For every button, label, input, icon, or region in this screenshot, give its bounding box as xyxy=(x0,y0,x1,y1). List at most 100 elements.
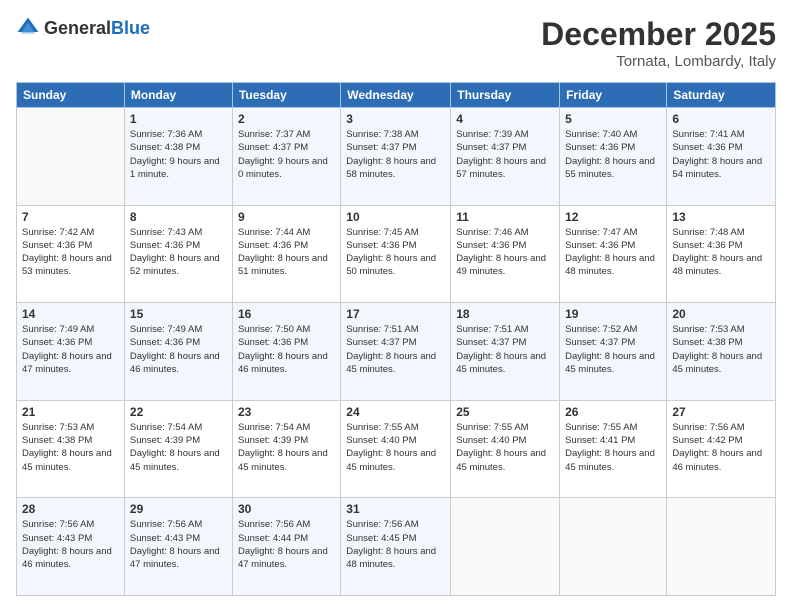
day-number: 28 xyxy=(22,502,119,516)
day-header-sunday: Sunday xyxy=(17,83,125,108)
day-info: Sunrise: 7:40 AMSunset: 4:36 PMDaylight:… xyxy=(565,128,661,181)
calendar-cell: 29Sunrise: 7:56 AMSunset: 4:43 PMDayligh… xyxy=(124,498,232,596)
day-number: 8 xyxy=(130,210,227,224)
week-row-2: 14 Sunrise: 7:49 AMSunset: 4:36 PMDayligh… xyxy=(17,303,776,401)
calendar-cell: 19 Sunrise: 7:52 AMSunset: 4:37 PMDayligh… xyxy=(560,303,667,401)
week-row-1: 7 Sunrise: 7:42 AMSunset: 4:36 PMDaylight… xyxy=(17,205,776,303)
calendar-cell: 30 Sunrise: 7:56 AMSunset: 4:44 PMDayligh… xyxy=(232,498,340,596)
calendar-cell: 22 Sunrise: 7:54 AMSunset: 4:39 PMDayligh… xyxy=(124,400,232,498)
day-number: 5 xyxy=(565,112,661,126)
day-info: Sunrise: 7:48 AMSunset: 4:36 PMDaylight:… xyxy=(672,226,770,279)
month-title: December 2025 xyxy=(541,16,776,53)
day-info: Sunrise: 7:56 AMSunset: 4:44 PMDaylight:… xyxy=(238,518,335,571)
day-header-wednesday: Wednesday xyxy=(341,83,451,108)
day-info: Sunrise: 7:38 AMSunset: 4:37 PMDaylight:… xyxy=(346,128,445,181)
day-number: 27 xyxy=(672,405,770,419)
day-number: 19 xyxy=(565,307,661,321)
day-header-row: SundayMondayTuesdayWednesdayThursdayFrid… xyxy=(17,83,776,108)
calendar-cell: 18 Sunrise: 7:51 AMSunset: 4:37 PMDayligh… xyxy=(451,303,560,401)
logo-general: General xyxy=(44,18,111,38)
day-number: 17 xyxy=(346,307,445,321)
day-info: Sunrise: 7:49 AMSunset: 4:36 PMDaylight:… xyxy=(22,323,119,376)
day-number: 26 xyxy=(565,405,661,419)
calendar-cell: 20 Sunrise: 7:53 AMSunset: 4:38 PMDayligh… xyxy=(667,303,776,401)
day-number: 4 xyxy=(456,112,554,126)
calendar-cell: 14 Sunrise: 7:49 AMSunset: 4:36 PMDayligh… xyxy=(17,303,125,401)
calendar-cell: 3Sunrise: 7:38 AMSunset: 4:37 PMDaylight… xyxy=(341,108,451,206)
title-block: December 2025 Tornata, Lombardy, Italy xyxy=(541,16,776,70)
day-info: Sunrise: 7:42 AMSunset: 4:36 PMDaylight:… xyxy=(22,226,119,279)
calendar-cell: 26Sunrise: 7:55 AMSunset: 4:41 PMDayligh… xyxy=(560,400,667,498)
logo-blue: Blue xyxy=(111,18,150,38)
week-row-3: 21Sunrise: 7:53 AMSunset: 4:38 PMDayligh… xyxy=(17,400,776,498)
day-number: 30 xyxy=(238,502,335,516)
day-number: 7 xyxy=(22,210,119,224)
calendar-cell: 8 Sunrise: 7:43 AMSunset: 4:36 PMDaylight… xyxy=(124,205,232,303)
calendar-cell xyxy=(667,498,776,596)
day-number: 25 xyxy=(456,405,554,419)
calendar-cell: 9Sunrise: 7:44 AMSunset: 4:36 PMDaylight… xyxy=(232,205,340,303)
calendar-cell: 1Sunrise: 7:36 AMSunset: 4:38 PMDaylight… xyxy=(124,108,232,206)
day-info: Sunrise: 7:52 AMSunset: 4:37 PMDaylight:… xyxy=(565,323,661,376)
day-info: Sunrise: 7:45 AMSunset: 4:36 PMDaylight:… xyxy=(346,226,445,279)
calendar-cell: 2Sunrise: 7:37 AMSunset: 4:37 PMDaylight… xyxy=(232,108,340,206)
day-info: Sunrise: 7:50 AMSunset: 4:36 PMDaylight:… xyxy=(238,323,335,376)
day-info: Sunrise: 7:36 AMSunset: 4:38 PMDaylight:… xyxy=(130,128,227,181)
day-number: 23 xyxy=(238,405,335,419)
day-header-saturday: Saturday xyxy=(667,83,776,108)
day-info: Sunrise: 7:43 AMSunset: 4:36 PMDaylight:… xyxy=(130,226,227,279)
day-info: Sunrise: 7:56 AMSunset: 4:43 PMDaylight:… xyxy=(22,518,119,571)
calendar-cell: 31Sunrise: 7:56 AMSunset: 4:45 PMDayligh… xyxy=(341,498,451,596)
calendar-cell: 5 Sunrise: 7:40 AMSunset: 4:36 PMDaylight… xyxy=(560,108,667,206)
day-number: 2 xyxy=(238,112,335,126)
day-header-thursday: Thursday xyxy=(451,83,560,108)
day-header-friday: Friday xyxy=(560,83,667,108)
calendar-cell xyxy=(451,498,560,596)
page: GeneralBlue December 2025 Tornata, Lomba… xyxy=(0,0,792,612)
calendar-cell xyxy=(560,498,667,596)
calendar-cell: 24 Sunrise: 7:55 AMSunset: 4:40 PMDayligh… xyxy=(341,400,451,498)
day-number: 18 xyxy=(456,307,554,321)
day-number: 24 xyxy=(346,405,445,419)
calendar-cell: 28 Sunrise: 7:56 AMSunset: 4:43 PMDayligh… xyxy=(17,498,125,596)
day-number: 10 xyxy=(346,210,445,224)
calendar-cell: 17Sunrise: 7:51 AMSunset: 4:37 PMDayligh… xyxy=(341,303,451,401)
day-info: Sunrise: 7:39 AMSunset: 4:37 PMDaylight:… xyxy=(456,128,554,181)
logo-icon xyxy=(16,16,40,40)
day-info: Sunrise: 7:41 AMSunset: 4:36 PMDaylight:… xyxy=(672,128,770,181)
day-number: 14 xyxy=(22,307,119,321)
calendar-cell: 7 Sunrise: 7:42 AMSunset: 4:36 PMDaylight… xyxy=(17,205,125,303)
day-number: 6 xyxy=(672,112,770,126)
day-number: 21 xyxy=(22,405,119,419)
day-info: Sunrise: 7:56 AMSunset: 4:42 PMDaylight:… xyxy=(672,421,770,474)
day-info: Sunrise: 7:54 AMSunset: 4:39 PMDaylight:… xyxy=(130,421,227,474)
day-info: Sunrise: 7:51 AMSunset: 4:37 PMDaylight:… xyxy=(456,323,554,376)
calendar-cell: 13 Sunrise: 7:48 AMSunset: 4:36 PMDayligh… xyxy=(667,205,776,303)
day-number: 16 xyxy=(238,307,335,321)
calendar-cell: 27 Sunrise: 7:56 AMSunset: 4:42 PMDayligh… xyxy=(667,400,776,498)
logo-text: GeneralBlue xyxy=(44,18,150,39)
calendar-cell xyxy=(17,108,125,206)
day-header-tuesday: Tuesday xyxy=(232,83,340,108)
day-number: 22 xyxy=(130,405,227,419)
day-number: 20 xyxy=(672,307,770,321)
calendar-cell: 23 Sunrise: 7:54 AMSunset: 4:39 PMDayligh… xyxy=(232,400,340,498)
day-info: Sunrise: 7:56 AMSunset: 4:45 PMDaylight:… xyxy=(346,518,445,571)
day-info: Sunrise: 7:46 AMSunset: 4:36 PMDaylight:… xyxy=(456,226,554,279)
day-info: Sunrise: 7:44 AMSunset: 4:36 PMDaylight:… xyxy=(238,226,335,279)
day-number: 11 xyxy=(456,210,554,224)
day-info: Sunrise: 7:53 AMSunset: 4:38 PMDaylight:… xyxy=(672,323,770,376)
calendar-cell: 25Sunrise: 7:55 AMSunset: 4:40 PMDayligh… xyxy=(451,400,560,498)
day-info: Sunrise: 7:55 AMSunset: 4:40 PMDaylight:… xyxy=(346,421,445,474)
calendar-cell: 6 Sunrise: 7:41 AMSunset: 4:36 PMDaylight… xyxy=(667,108,776,206)
day-number: 13 xyxy=(672,210,770,224)
day-info: Sunrise: 7:54 AMSunset: 4:39 PMDaylight:… xyxy=(238,421,335,474)
calendar-table: SundayMondayTuesdayWednesdayThursdayFrid… xyxy=(16,82,776,596)
location-title: Tornata, Lombardy, Italy xyxy=(541,53,776,70)
calendar-cell: 4 Sunrise: 7:39 AMSunset: 4:37 PMDaylight… xyxy=(451,108,560,206)
day-info: Sunrise: 7:56 AMSunset: 4:43 PMDaylight:… xyxy=(130,518,227,571)
calendar-cell: 21Sunrise: 7:53 AMSunset: 4:38 PMDayligh… xyxy=(17,400,125,498)
calendar-cell: 16 Sunrise: 7:50 AMSunset: 4:36 PMDayligh… xyxy=(232,303,340,401)
day-header-monday: Monday xyxy=(124,83,232,108)
header: GeneralBlue December 2025 Tornata, Lomba… xyxy=(16,16,776,70)
